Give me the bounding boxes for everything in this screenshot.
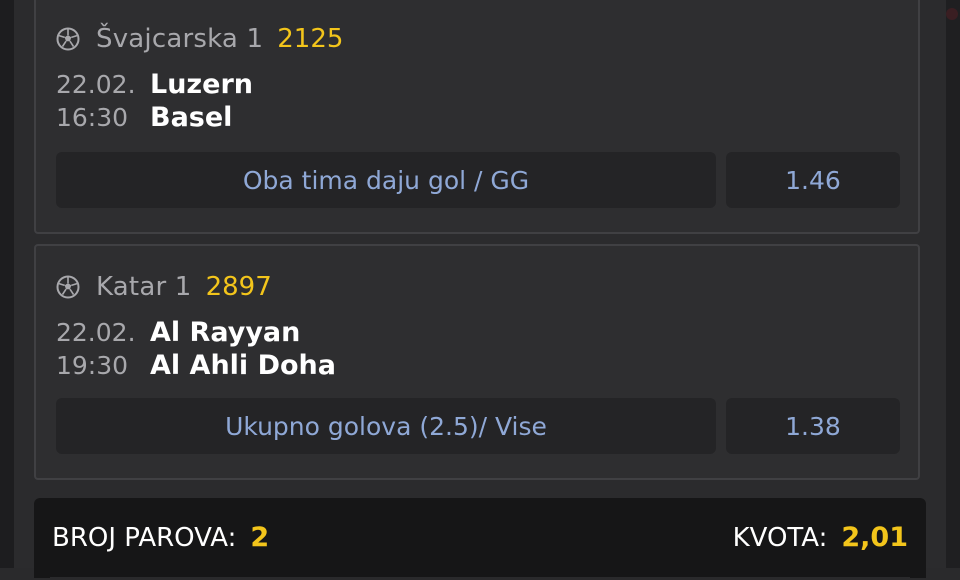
left-edge (0, 0, 14, 568)
match-code: 2897 (205, 272, 272, 302)
home-team: Al Rayyan (150, 317, 301, 348)
match-date: 22.02. (56, 318, 136, 347)
match-date: 22.02. (56, 70, 136, 99)
bet-odd-button[interactable]: 1.38 (726, 398, 900, 454)
match-time: 16:30 (56, 103, 129, 132)
home-team: Luzern (150, 69, 253, 100)
bet-card: Švajcarska 1 2125 22.02. Luzern 16:30 Ba… (34, 0, 920, 234)
right-edge (946, 0, 960, 568)
pairs-count: BROJ PAROVA: 2 (52, 522, 269, 553)
league-row: Katar 1 2897 (56, 272, 272, 302)
total-odds: KVOTA: 2,01 (733, 522, 908, 553)
match-info: 22.02. Luzern 16:30 Basel (56, 68, 253, 134)
league-name: Švajcarska 1 (96, 24, 264, 54)
bet-card: Katar 1 2897 22.02. Al Rayyan 19:30 Al A… (34, 244, 920, 480)
match-info: 22.02. Al Rayyan 19:30 Al Ahli Doha (56, 316, 336, 382)
match-time: 19:30 (56, 351, 129, 380)
league-row: Švajcarska 1 2125 (56, 24, 343, 54)
bet-pick-button[interactable]: Ukupno golova (2.5)/ Vise (56, 398, 716, 454)
soccer-ball-icon (56, 27, 80, 51)
pairs-value: 2 (250, 522, 270, 553)
odds-label: KVOTA: (732, 522, 828, 553)
league-name: Katar 1 (96, 272, 192, 302)
ticket-summary: BROJ PAROVA: 2 KVOTA: 2,01 (34, 498, 926, 580)
pairs-label: BROJ PAROVA: (52, 522, 237, 553)
soccer-ball-icon (56, 275, 80, 299)
bet-pick-button[interactable]: Oba tima daju gol / GG (56, 152, 716, 208)
notification-dot (946, 8, 958, 20)
away-team: Al Ahli Doha (150, 350, 336, 381)
ticket-panel: Švajcarska 1 2125 22.02. Luzern 16:30 Ba… (14, 0, 946, 580)
match-code: 2125 (277, 24, 344, 54)
bet-odd-button[interactable]: 1.46 (726, 152, 900, 208)
odds-value: 2,01 (841, 522, 908, 553)
away-team: Basel (150, 102, 233, 133)
